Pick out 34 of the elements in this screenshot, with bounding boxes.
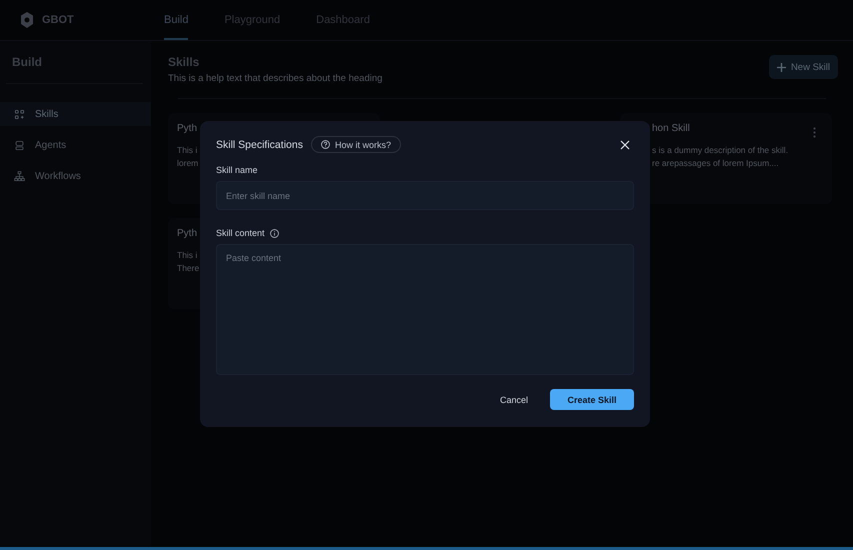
sidebar-item[interactable]: Agents [0, 133, 151, 157]
grid-icon [14, 108, 25, 120]
card-description: This i [177, 249, 198, 262]
nav-tab[interactable]: Build [164, 0, 188, 40]
close-icon[interactable] [620, 140, 630, 150]
card-title: Pyth [177, 123, 198, 134]
how-it-works-button[interactable]: How it works? [310, 136, 401, 153]
field-label: Skill name [216, 165, 258, 175]
skill-content-field[interactable]: Paste content [216, 244, 634, 375]
page-title: Skills [168, 55, 200, 69]
field-label: Skill content [216, 228, 265, 238]
card-title: hon Skill [652, 123, 690, 134]
hierarchy-icon [14, 170, 25, 182]
stack-icon [14, 140, 25, 150]
page-help-text: This is a help text that describes about the heading [168, 73, 382, 84]
sidebar-item[interactable]: Skills [0, 102, 151, 126]
logo-icon [20, 12, 34, 28]
new-skill-button[interactable]: New Skill [768, 55, 838, 79]
cancel-button[interactable]: Cancel [494, 394, 534, 406]
skill-name-field[interactable]: Enter skill name [216, 181, 634, 210]
plus-icon [776, 62, 786, 72]
create-skill-button[interactable]: Create Skill [550, 389, 634, 410]
sidebar-item[interactable]: Workflows [0, 164, 151, 188]
sidebar-title: Build [11, 54, 43, 71]
card-description: lorem [177, 157, 198, 170]
dialog-title: Skill Specifications [216, 138, 303, 150]
help-icon [320, 140, 330, 149]
card-description: s is a dummy description of the skill. [652, 144, 788, 157]
info-icon [270, 228, 279, 238]
logo-text: GBOT [42, 14, 74, 26]
card-title: Pyth [177, 228, 198, 239]
card-description: This i [177, 144, 198, 157]
card-description: re arepassages of lorem Ipsum.... [652, 157, 779, 170]
card-description: There [177, 262, 200, 275]
